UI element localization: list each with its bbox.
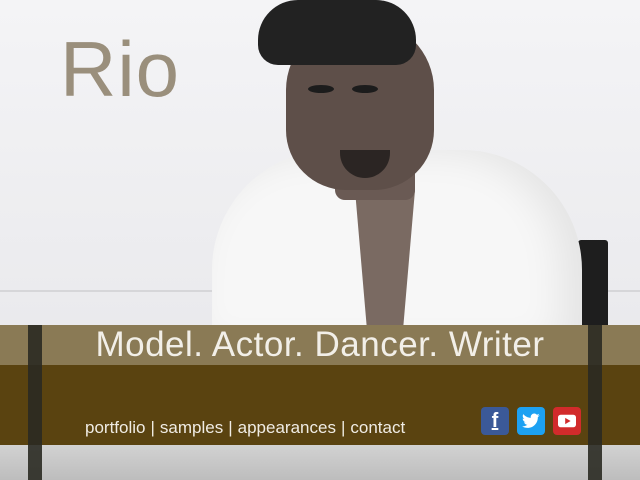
nav-separator: | <box>340 418 346 437</box>
twitter-bird-glyph <box>522 413 540 428</box>
nav-separator: | <box>228 418 233 437</box>
nav-portfolio[interactable]: portfolio <box>85 418 145 437</box>
twitter-icon[interactable] <box>517 407 545 435</box>
site-logo[interactable]: Rio <box>60 30 180 108</box>
hair <box>258 0 416 65</box>
youtube-icon[interactable] <box>553 407 581 435</box>
nav-samples[interactable]: samples <box>160 418 223 437</box>
nav-contact[interactable]: contact <box>350 418 405 437</box>
chair-back <box>578 240 608 325</box>
facebook-icon[interactable]: f <box>481 407 509 435</box>
tagline: Model. Actor. Dancer. Writer <box>95 325 545 364</box>
nav-separator: | <box>150 418 155 437</box>
nav-appearances[interactable]: appearances <box>238 418 336 437</box>
left-eye <box>308 85 334 93</box>
youtube-play-glyph <box>558 414 576 428</box>
stone-wall <box>0 445 640 480</box>
right-eye <box>352 85 378 93</box>
main-nav: portfolio | samples | appearances | contact <box>85 418 405 438</box>
social-links: f <box>481 407 581 435</box>
